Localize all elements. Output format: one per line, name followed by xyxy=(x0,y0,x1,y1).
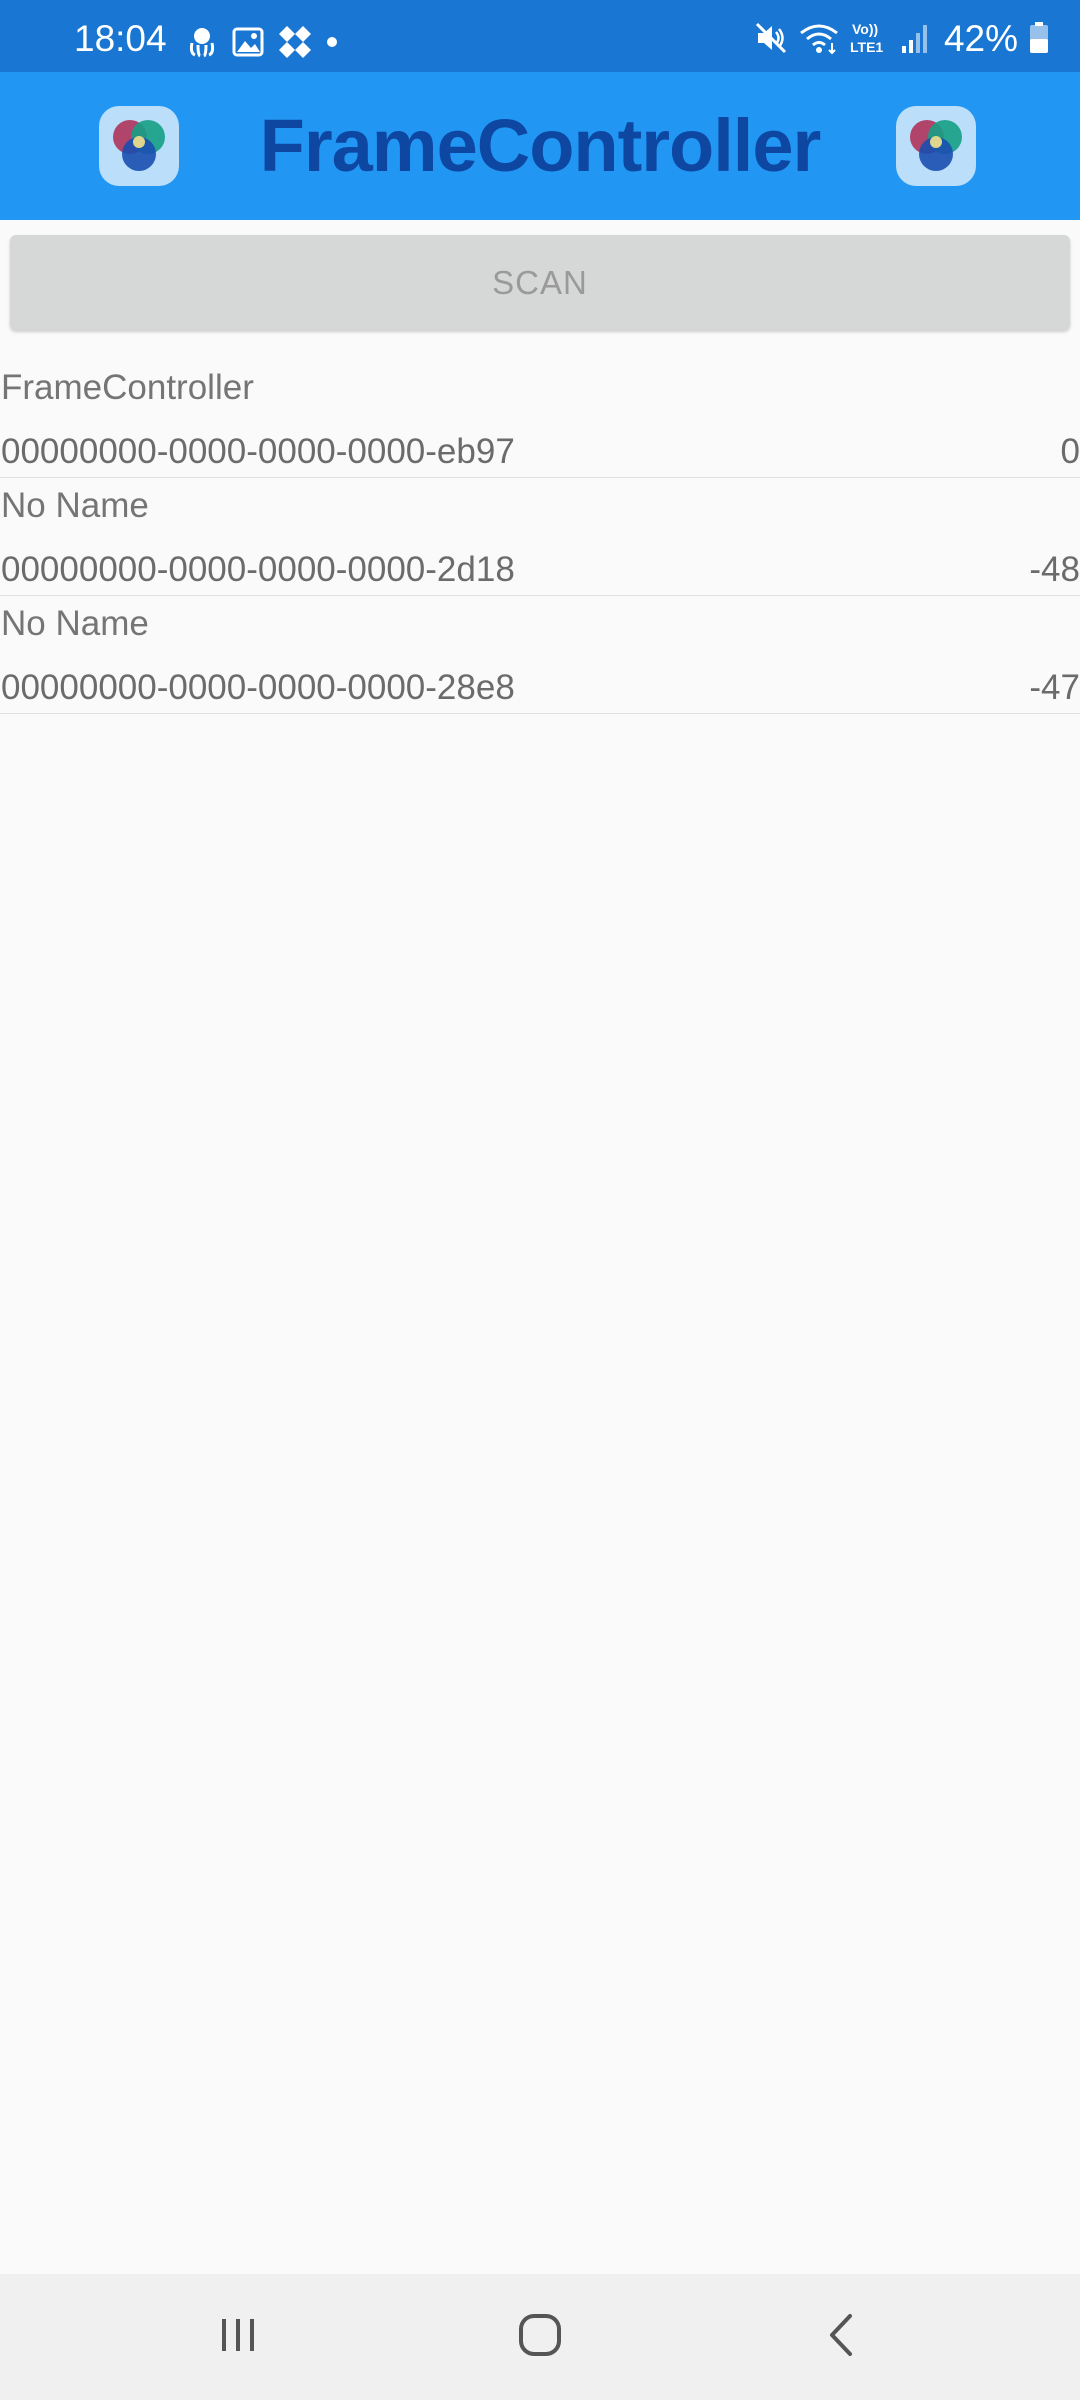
app-bar: FrameController xyxy=(0,72,1080,220)
device-rssi: 0 xyxy=(1060,432,1080,471)
navigation-bar xyxy=(0,2274,1080,2400)
svg-text:LTE1: LTE1 xyxy=(850,39,883,55)
recent-apps-button[interactable] xyxy=(203,2304,273,2370)
device-uuid: 00000000-0000-0000-0000-2d18 xyxy=(1,550,515,589)
device-name: FrameController xyxy=(1,368,254,407)
device-uuid: 00000000-0000-0000-0000-eb97 xyxy=(1,432,515,471)
gallery-icon xyxy=(232,27,264,57)
back-button[interactable] xyxy=(807,2304,877,2370)
system-status-icons: Vo)) LTE1 42% xyxy=(754,18,1050,58)
status-bar: 18:04 Vo)) LTE1 42% xyxy=(0,0,1080,72)
back-icon xyxy=(824,2312,860,2363)
device-rssi: -48 xyxy=(1029,550,1080,589)
octopus-notification-icon xyxy=(186,25,218,59)
battery-icon xyxy=(1028,21,1050,55)
device-list-item[interactable]: FrameController 00000000-0000-0000-0000-… xyxy=(0,360,1080,478)
device-name: No Name xyxy=(1,604,149,643)
signal-icon xyxy=(900,22,930,54)
mute-icon xyxy=(754,21,788,55)
more-notifications-dot xyxy=(326,36,338,48)
home-icon xyxy=(517,2312,563,2363)
app-notification-icon xyxy=(278,25,312,59)
home-button[interactable] xyxy=(505,2304,575,2370)
battery-percent: 42% xyxy=(943,17,1018,59)
volte-lte-icon: Vo)) LTE1 xyxy=(850,20,890,56)
device-rssi: -47 xyxy=(1029,668,1080,707)
device-list: FrameController 00000000-0000-0000-0000-… xyxy=(0,360,1080,714)
device-list-item[interactable]: No Name 00000000-0000-0000-0000-2d18 -48 xyxy=(0,478,1080,596)
device-list-item[interactable]: No Name 00000000-0000-0000-0000-28e8 -47 xyxy=(0,596,1080,714)
device-name: No Name xyxy=(1,486,149,525)
status-time: 18:04 xyxy=(74,18,167,59)
scan-button[interactable]: SCAN xyxy=(10,235,1070,330)
device-uuid: 00000000-0000-0000-0000-28e8 xyxy=(1,668,515,707)
svg-text:Vo)): Vo)) xyxy=(852,21,878,37)
recent-apps-icon xyxy=(218,2315,258,2360)
wifi-icon xyxy=(798,21,840,55)
app-logo-icon xyxy=(896,106,976,186)
notification-icons xyxy=(186,24,338,60)
